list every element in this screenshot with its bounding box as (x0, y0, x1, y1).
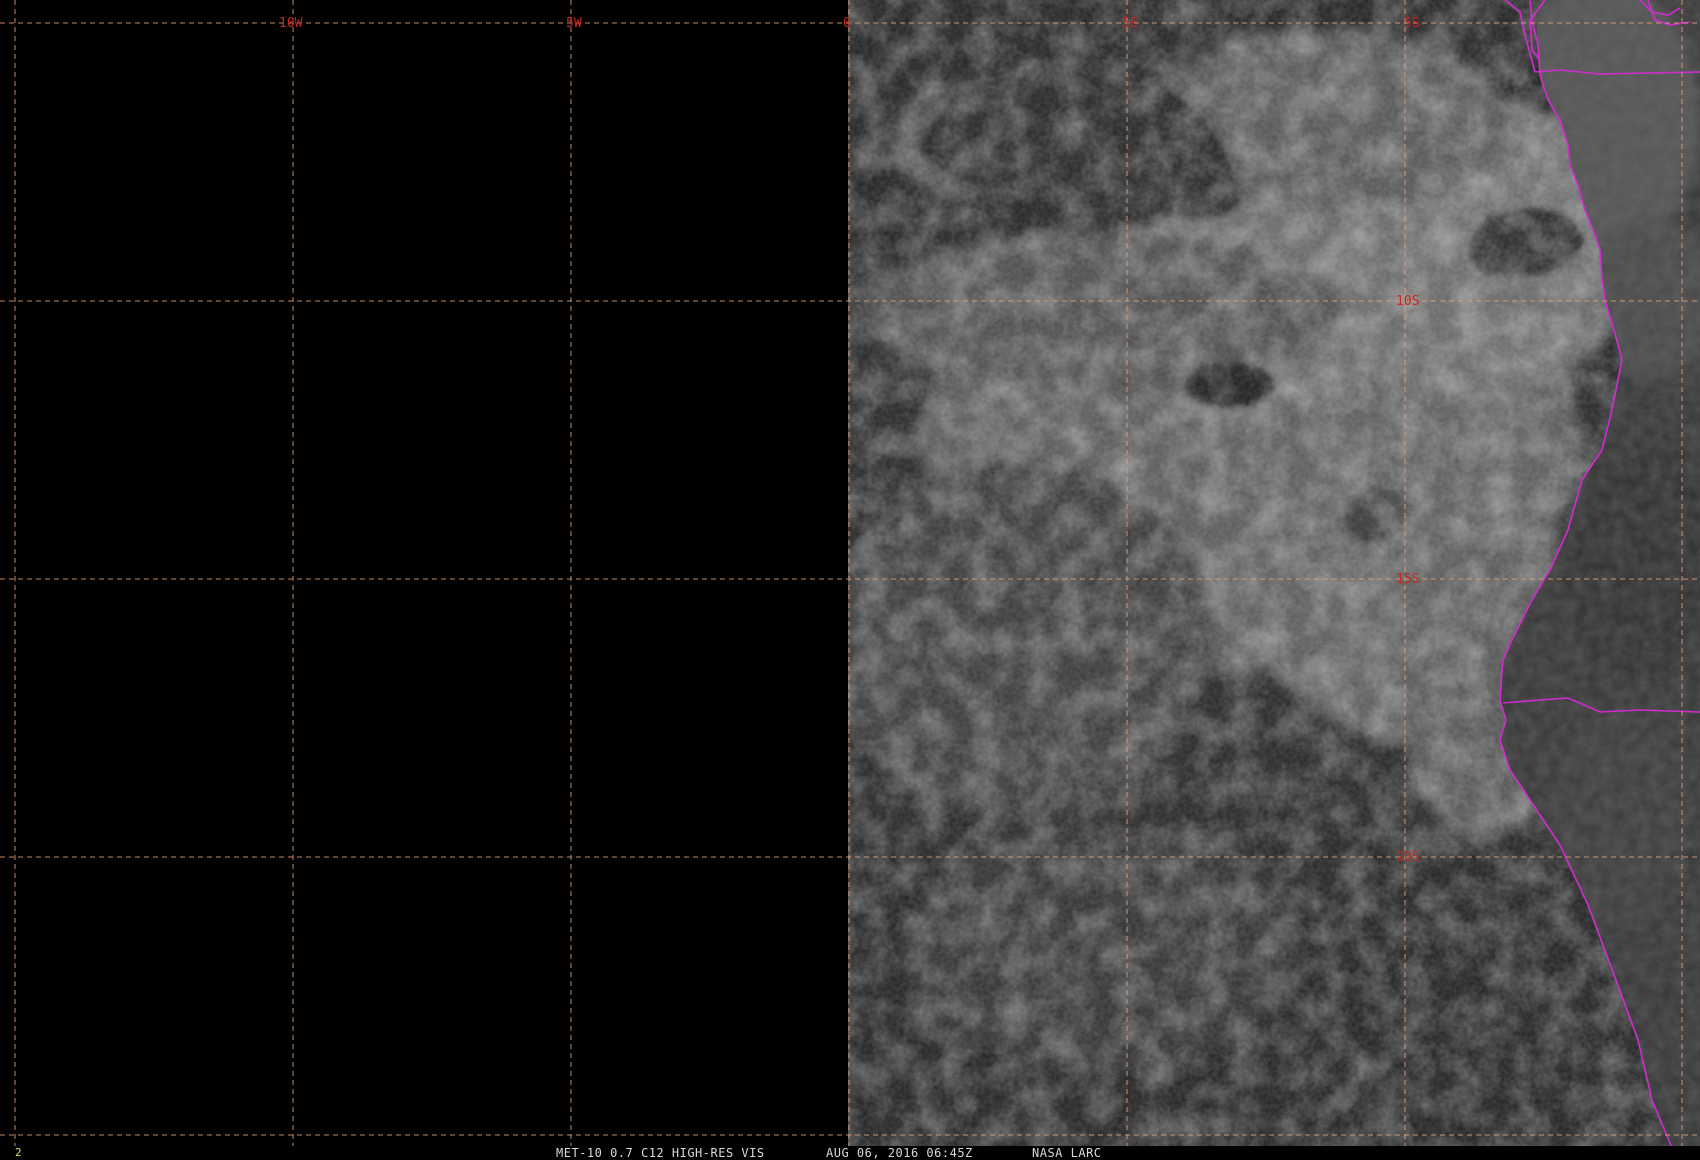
frame-number: 2 (15, 1146, 23, 1159)
status-bar: 2 MET-10 0.7 C12 HIGH-RES VIS AUG 06, 20… (0, 1146, 1700, 1160)
datetime-label: AUG 06, 2016 06:45Z (826, 1146, 973, 1160)
longitude-label: 5W (566, 16, 582, 31)
latitude-label: 20S (1396, 850, 1419, 865)
source-label: NASA LARC (1032, 1146, 1102, 1160)
longitude-label: 0 (843, 16, 851, 31)
longitude-label: 10W (279, 16, 303, 31)
longitude-label: 5E (1122, 16, 1138, 31)
satellite-image-map[interactable]: 10W 5W 0 5E 5S 10S 15S 20S (0, 0, 1700, 1148)
product-label: MET-10 0.7 C12 HIGH-RES VIS (556, 1146, 765, 1160)
satellite-viewer: 10W 5W 0 5E 5S 10S 15S 20S 2 MET-10 0.7 … (0, 0, 1700, 1160)
latitude-label: 10S (1396, 294, 1419, 309)
latitude-label: 5S (1404, 16, 1420, 31)
latitude-label: 15S (1396, 572, 1419, 587)
